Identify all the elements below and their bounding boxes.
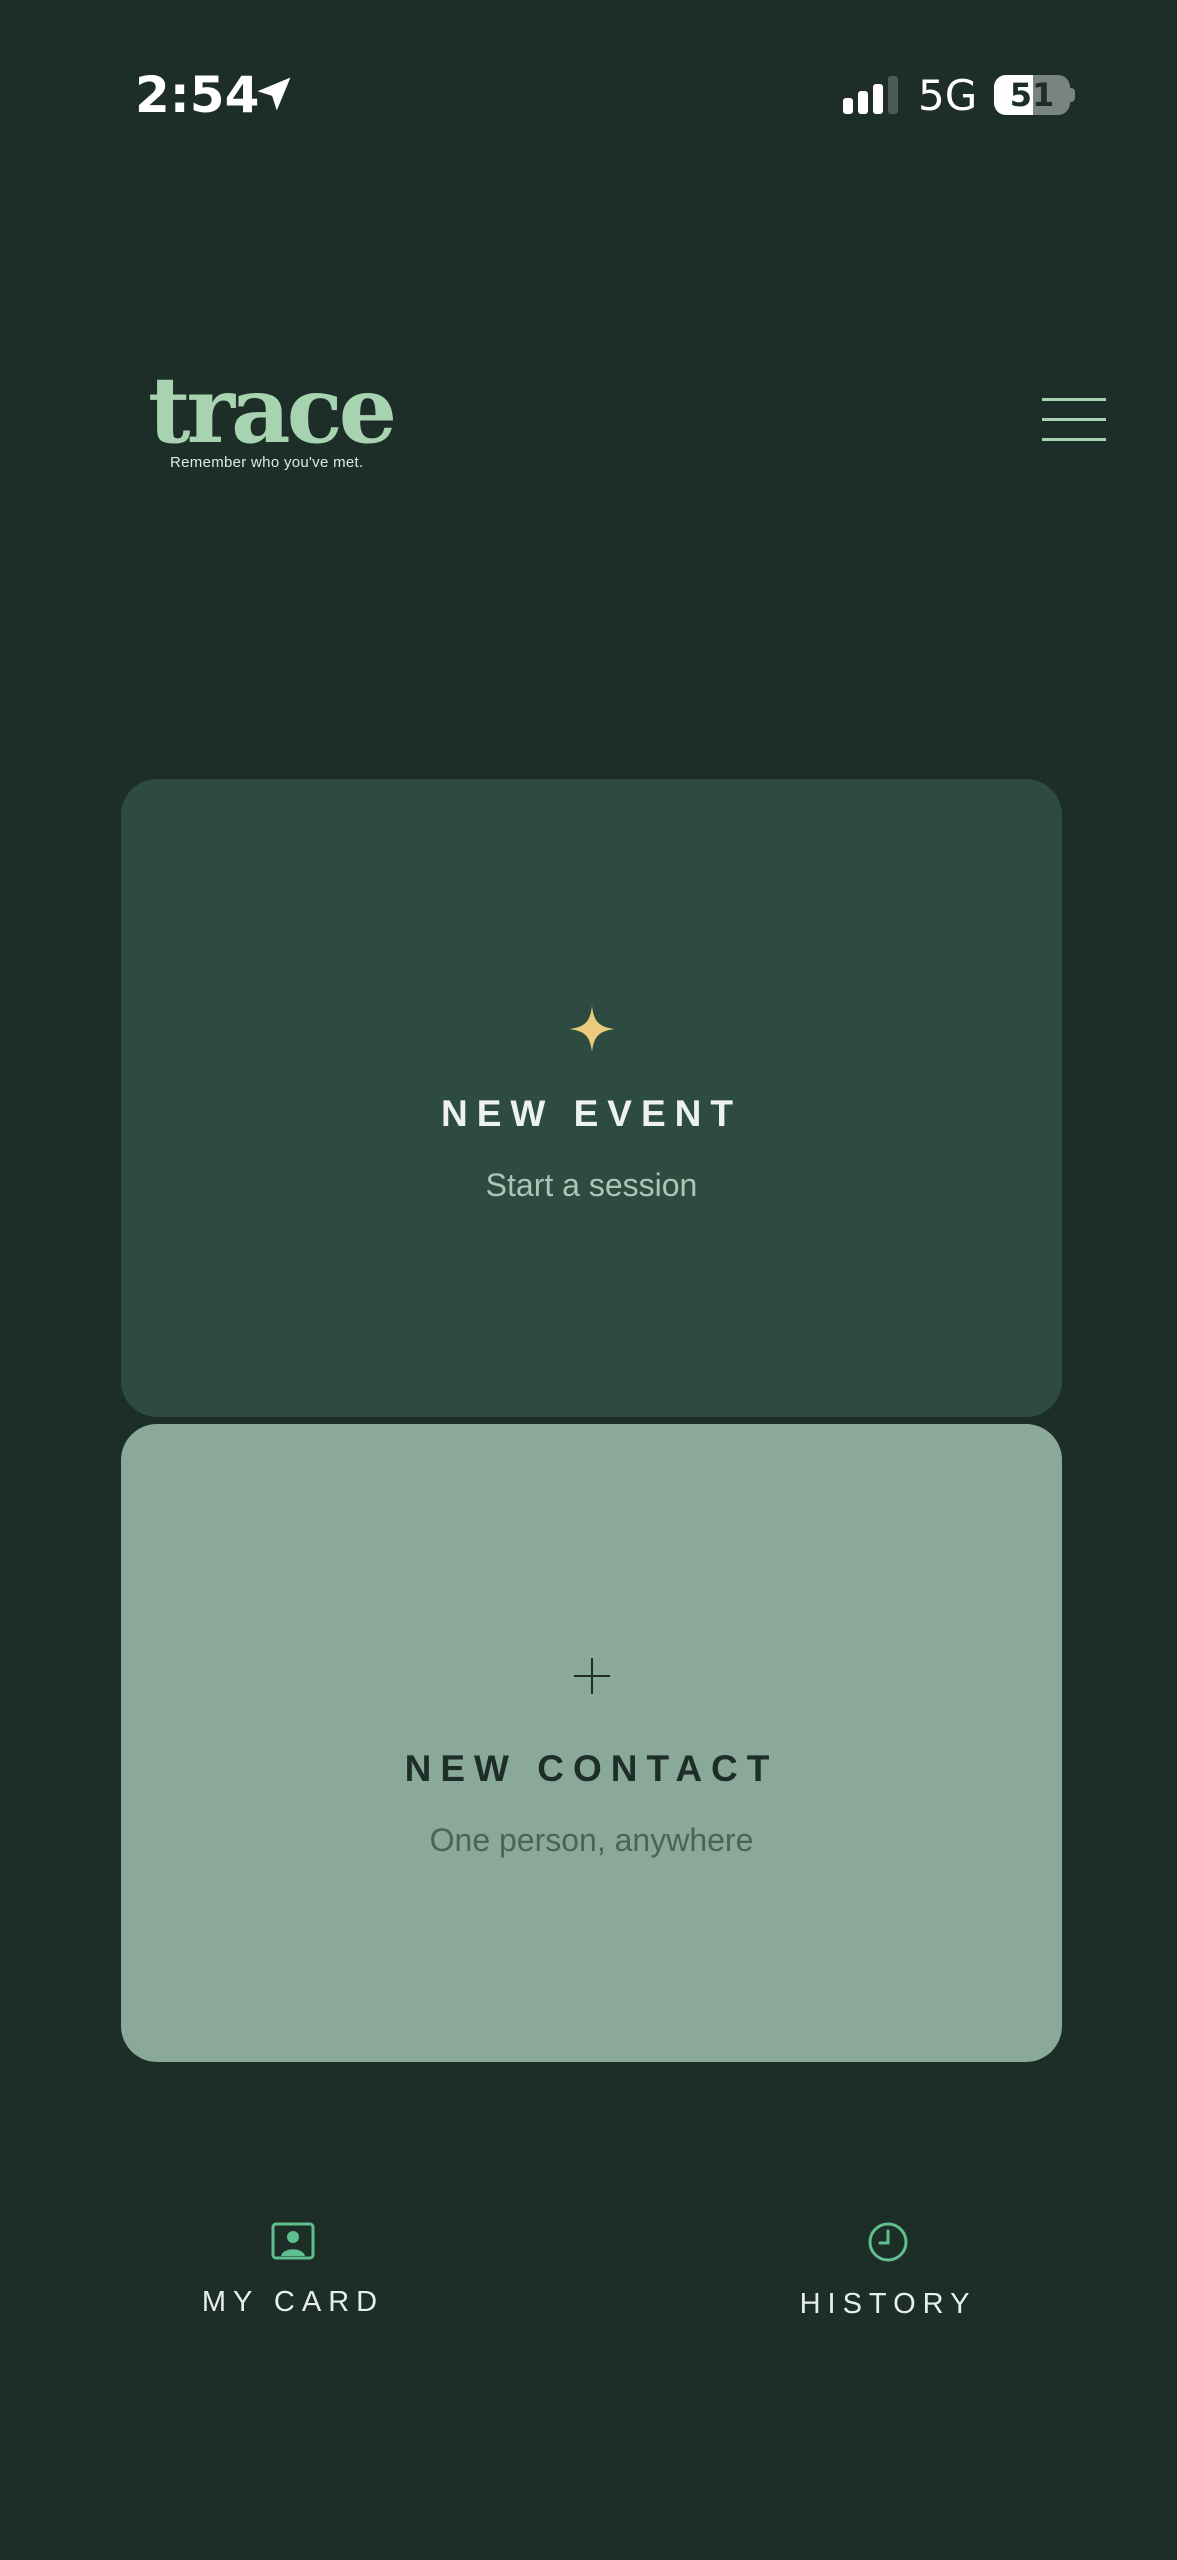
new-event-title: NEW EVENT	[441, 1093, 742, 1134]
new-contact-title: NEW CONTACT	[404, 1748, 779, 1789]
app-logo: trace Remember who you've met.	[148, 356, 397, 471]
signal-strength-icon	[843, 76, 898, 114]
sparkle-icon	[568, 1006, 615, 1052]
my-card-button[interactable]: MY CARD	[143, 2208, 443, 2328]
hamburger-menu-icon[interactable]	[1040, 394, 1108, 446]
history-button[interactable]: HISTORY	[738, 2208, 1038, 2328]
menu-bar-middle	[1042, 418, 1106, 421]
my-card-label: MY CARD	[201, 2286, 385, 2318]
battery-icon: 51	[994, 75, 1070, 115]
home-screen: 2:54 5G 51 trace Remember who you've met…	[0, 0, 1177, 2560]
battery-tip	[1070, 88, 1075, 102]
menu-bar-top	[1042, 398, 1106, 401]
new-event-card[interactable]: NEW EVENT Start a session	[121, 779, 1062, 1417]
menu-bar-bottom	[1042, 438, 1106, 441]
new-contact-subtitle: One person, anywhere	[429, 1822, 754, 1858]
network-type: 5G	[918, 71, 978, 120]
plus-icon	[573, 1658, 610, 1694]
status-time: 2:54	[135, 66, 260, 124]
new-event-subtitle: Start a session	[485, 1167, 698, 1203]
id-card-icon	[271, 2222, 315, 2260]
logo-tagline: Remember who you've met.	[170, 454, 364, 471]
history-label: HISTORY	[799, 2288, 977, 2320]
clock-icon	[868, 2222, 908, 2262]
battery-percent: 51	[1009, 76, 1055, 114]
new-contact-card[interactable]: NEW CONTACT One person, anywhere	[121, 1424, 1062, 2062]
location-arrow-icon	[257, 77, 291, 111]
logo-wordmark: trace	[148, 356, 397, 464]
